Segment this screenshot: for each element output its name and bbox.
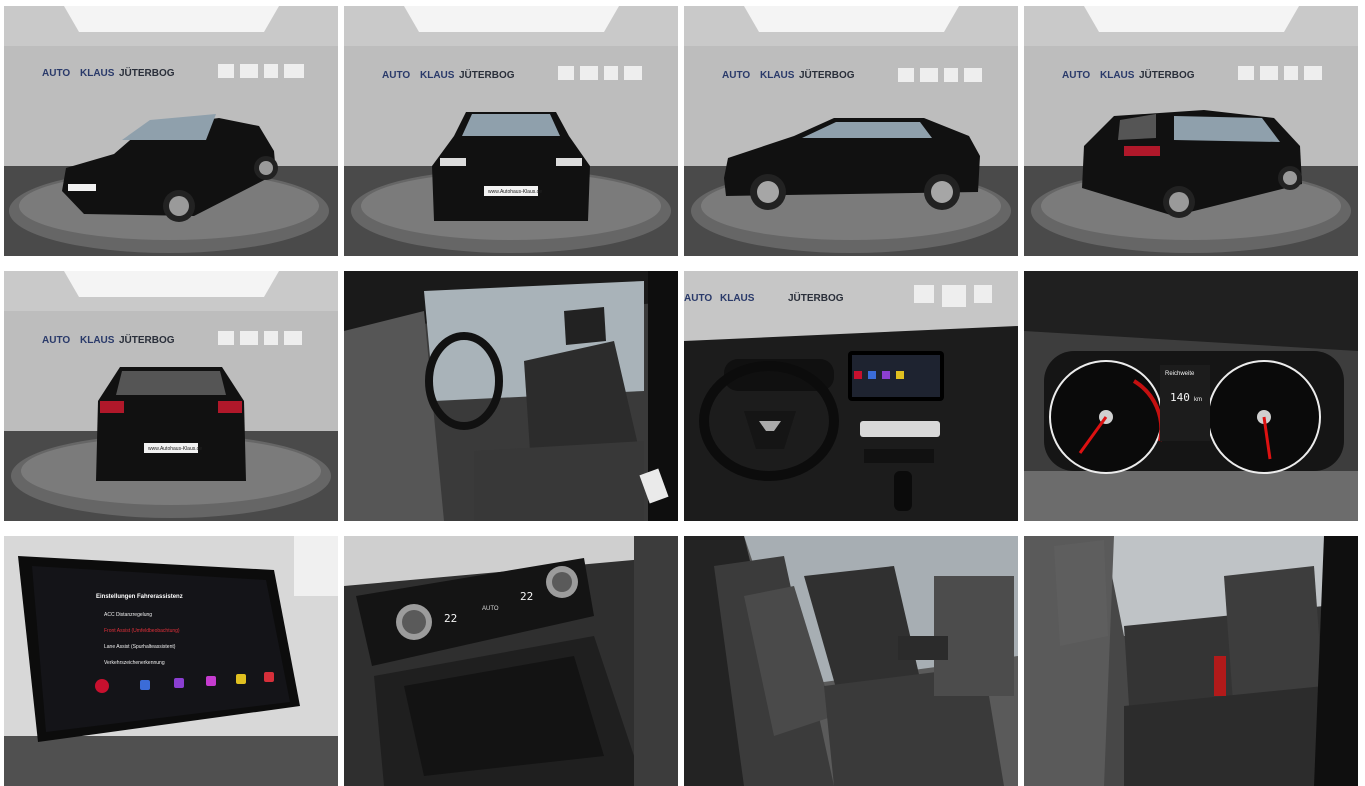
photo-infotainment-screen[interactable]: Einstellungen Fahrerassistenz ACC Distan… — [4, 536, 338, 786]
photo-exterior-rear[interactable]: AUTO KLAUS JÜTERBOG www.Autohaus-Klaus.d… — [4, 271, 338, 521]
dealer-sign-city: JÜTERBOG — [119, 333, 175, 346]
photo-interior-front-seats[interactable] — [344, 271, 678, 521]
dealer-sign-auto: AUTO — [722, 70, 750, 81]
dealer-sign-city: JÜTERBOG — [788, 291, 844, 304]
photo-climate-control[interactable]: 22 AUTO 22 — [344, 536, 678, 786]
photo-exterior-rear-left[interactable]: AUTO KLAUS JÜTERBOG — [1024, 6, 1358, 256]
dealer-sign-auto: AUTO — [1062, 70, 1090, 81]
dealer-sign-auto: AUTO — [42, 335, 70, 346]
dealer-sign-city: JÜTERBOG — [1139, 68, 1195, 81]
screen-title: Einstellungen Fahrerassistenz — [96, 594, 183, 600]
screen-item-4: Verkehrszeichenerkennung — [104, 660, 165, 666]
dealer-sign-klaus: KLAUS — [760, 70, 795, 81]
dealer-sign-klaus: KLAUS — [720, 293, 755, 304]
photo-rear-seats[interactable] — [1024, 536, 1358, 786]
showroom-scene: AUTO KLAUS JÜTERBOG — [4, 6, 338, 256]
license-plate-text: www.Autohaus-Klaus.de — [148, 446, 202, 452]
photo-exterior-side[interactable]: AUTO KLAUS JÜTERBOG — [684, 6, 1018, 256]
range-value: 140 — [1170, 391, 1190, 404]
screen-item-3: Lane Assist (Spurhalteassistent) — [104, 644, 176, 650]
photo-exterior-front[interactable]: AUTO KLAUS JÜTERBOG www.Autohaus-Klaus.d… — [344, 6, 678, 256]
dealer-sign-klaus: KLAUS — [1100, 70, 1135, 81]
dealer-sign-auto: AUTO — [684, 293, 712, 304]
dealer-sign-city: JÜTERBOG — [119, 66, 175, 79]
photo-gallery: AUTO KLAUS JÜTERBOG AUTO KLAUS JÜTERBOG — [0, 0, 1365, 786]
dealer-sign-klaus: KLAUS — [80, 335, 115, 346]
temp-right: 22 — [520, 590, 533, 603]
range-label: Reichweite — [1165, 371, 1195, 377]
dealer-sign-auto: AUTO — [42, 68, 70, 79]
photo-instrument-cluster[interactable]: Reichweite 140 km — [1024, 271, 1358, 521]
auto-label: AUTO — [482, 606, 499, 612]
dealer-sign-city: JÜTERBOG — [459, 68, 515, 81]
photo-interior-dashboard[interactable]: AUTO KLAUS JÜTERBOG — [684, 271, 1018, 521]
screen-item-1: ACC Distanzregelung — [104, 612, 152, 618]
dealer-sign-city: JÜTERBOG — [799, 68, 855, 81]
dealer-sign-klaus: KLAUS — [80, 68, 115, 79]
screen-item-2: Front Assist (Umfeldbeobachtung) — [104, 628, 180, 634]
dealer-sign-klaus: KLAUS — [420, 70, 455, 81]
temp-left: 22 — [444, 612, 457, 625]
range-unit: km — [1194, 397, 1202, 403]
license-plate-text: www.Autohaus-Klaus.de — [488, 189, 542, 195]
photo-exterior-front-left[interactable]: AUTO KLAUS JÜTERBOG — [4, 6, 338, 256]
dealer-sign-auto: AUTO — [382, 70, 410, 81]
photo-interior-side-seats[interactable] — [684, 536, 1018, 786]
